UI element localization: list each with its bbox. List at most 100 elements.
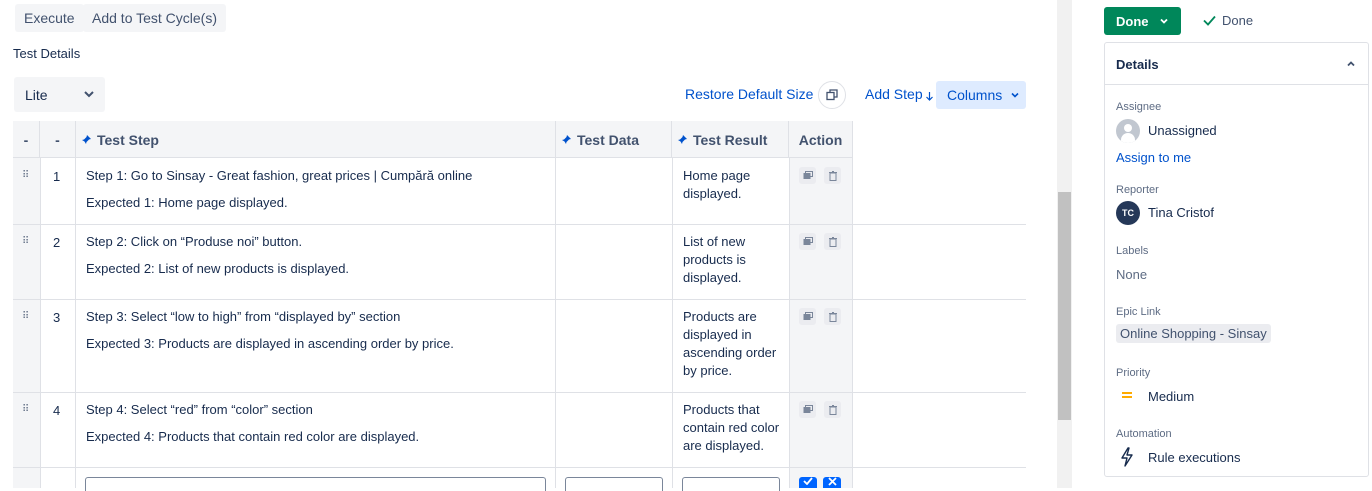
add-step-label: Add Step <box>865 86 923 102</box>
clone-icon <box>803 237 813 245</box>
resolution: Done <box>1203 13 1253 28</box>
result-line: Products that <box>683 402 760 417</box>
expected-text: Expected 4: Products that contain red co… <box>86 429 420 444</box>
new-step-input[interactable] <box>85 477 546 491</box>
trash-icon <box>828 404 837 415</box>
result-line: List of new <box>683 234 746 249</box>
columns-label: Columns <box>947 87 1003 103</box>
columns-button[interactable]: Columns <box>936 81 1026 109</box>
automation-label: Automation <box>1116 428 1172 440</box>
header-test-result[interactable]: Test Result <box>672 121 789 158</box>
status-button[interactable]: Done <box>1104 7 1181 35</box>
drag-handle-icon[interactable]: ⠿ <box>22 170 29 181</box>
chevron-down-icon <box>1011 92 1019 98</box>
priority-label: Priority <box>1116 367 1151 379</box>
trash-icon <box>828 236 837 247</box>
assignee-value[interactable]: Unassigned <box>1148 123 1217 138</box>
pin-icon <box>82 135 91 144</box>
result-line: Products are <box>683 309 757 324</box>
view-mode-value: Lite <box>25 86 48 103</box>
detach-button[interactable] <box>818 81 846 109</box>
expected-text: Expected 3: Products are displayed in as… <box>86 336 454 351</box>
new-result-input[interactable] <box>682 477 780 491</box>
drag-handle-icon[interactable]: ⠿ <box>22 404 29 415</box>
reporter-label: Reporter <box>1116 184 1159 196</box>
priority-value[interactable]: Medium <box>1148 389 1194 404</box>
result-line: displayed. <box>683 270 742 285</box>
view-mode-select[interactable]: Lite <box>14 77 105 112</box>
drag-handle-icon[interactable]: ⠿ <box>22 236 29 247</box>
step-text: Step 1: Go to Sinsay - Great fashion, gr… <box>86 168 473 183</box>
delete-step-button[interactable] <box>824 167 841 184</box>
epic-link-badge[interactable]: Online Shopping - Sinsay <box>1116 324 1271 343</box>
delete-step-button[interactable] <box>824 308 841 325</box>
delete-step-button[interactable] <box>824 401 841 418</box>
pin-icon <box>678 135 687 144</box>
header-label: Test Step <box>97 131 159 148</box>
result-line: Home page <box>683 168 751 183</box>
result-line: contain red color <box>683 420 780 435</box>
clone-icon <box>803 405 813 413</box>
delete-step-button[interactable] <box>824 233 841 250</box>
step-number: 1 <box>53 169 61 184</box>
header-label: Test Data <box>577 131 639 148</box>
status-label: Done <box>1116 13 1149 29</box>
section-title: Test Details <box>13 46 81 61</box>
epic-link-label: Epic Link <box>1116 306 1161 318</box>
avatar-placeholder-icon <box>1116 119 1140 143</box>
check-icon <box>803 477 813 485</box>
chevron-down-icon <box>1159 18 1168 24</box>
resolution-label: Done <box>1222 13 1254 28</box>
step-number: 4 <box>53 403 61 418</box>
execute-button[interactable]: Execute <box>15 4 84 32</box>
cancel-button[interactable] <box>823 477 841 488</box>
header-action: Action <box>789 121 853 158</box>
drag-column <box>13 158 40 488</box>
confirm-button[interactable] <box>799 477 817 488</box>
header-col-drag: - <box>13 121 40 158</box>
expected-text: Expected 1: Home page displayed. <box>86 195 288 210</box>
clone-icon <box>803 312 813 320</box>
drag-handle-icon[interactable]: ⠿ <box>22 311 29 322</box>
close-icon <box>827 477 837 486</box>
result-line: ascending order <box>683 345 777 360</box>
result-line: displayed. <box>683 186 742 201</box>
add-to-test-cycle-button[interactable]: Add to Test Cycle(s) <box>83 4 227 32</box>
clone-step-button[interactable] <box>799 167 816 184</box>
step-number: 2 <box>53 235 61 250</box>
details-header[interactable]: Details <box>1105 43 1368 85</box>
pin-icon <box>562 135 571 144</box>
step-text: Step 2: Click on “Produse noi” button. <box>86 234 303 249</box>
priority-medium-icon <box>1122 392 1132 398</box>
reporter-avatar: TC <box>1116 201 1140 225</box>
scrollbar-thumb[interactable] <box>1058 192 1071 420</box>
clone-icon <box>803 171 813 179</box>
step-text: Step 4: Select “red” from “color” sectio… <box>86 402 313 417</box>
chevron-up-icon <box>1347 61 1355 67</box>
arrow-down-icon <box>925 91 933 101</box>
new-data-input[interactable] <box>565 477 663 491</box>
trash-icon <box>828 170 837 181</box>
rule-executions-link[interactable]: Rule executions <box>1148 450 1241 465</box>
check-icon <box>1203 15 1216 26</box>
add-step-link[interactable]: Add Step <box>865 86 934 102</box>
header-test-step[interactable]: Test Step <box>76 121 556 158</box>
copy-window-icon <box>826 89 838 101</box>
header-col-number: - <box>40 121 76 158</box>
labels-value[interactable]: None <box>1116 267 1147 282</box>
restore-default-size-link[interactable]: Restore Default Size <box>685 86 813 102</box>
header-test-data[interactable]: Test Data <box>556 121 672 158</box>
clone-step-button[interactable] <box>799 233 816 250</box>
result-line: by price. <box>683 363 733 378</box>
clone-step-button[interactable] <box>799 308 816 325</box>
details-panel: Details Assignee Unassigned Assign to me… <box>1104 42 1369 477</box>
lightning-icon <box>1121 447 1133 467</box>
labels-label: Labels <box>1116 245 1149 257</box>
reporter-value[interactable]: Tina Cristof <box>1148 205 1214 220</box>
assign-to-me-link[interactable]: Assign to me <box>1116 150 1191 165</box>
expected-text: Expected 2: List of new products is disp… <box>86 261 350 276</box>
chevron-down-icon <box>84 91 94 98</box>
result-line: displayed in <box>683 327 752 342</box>
clone-step-button[interactable] <box>799 401 816 418</box>
result-line: are displayed. <box>683 438 764 453</box>
